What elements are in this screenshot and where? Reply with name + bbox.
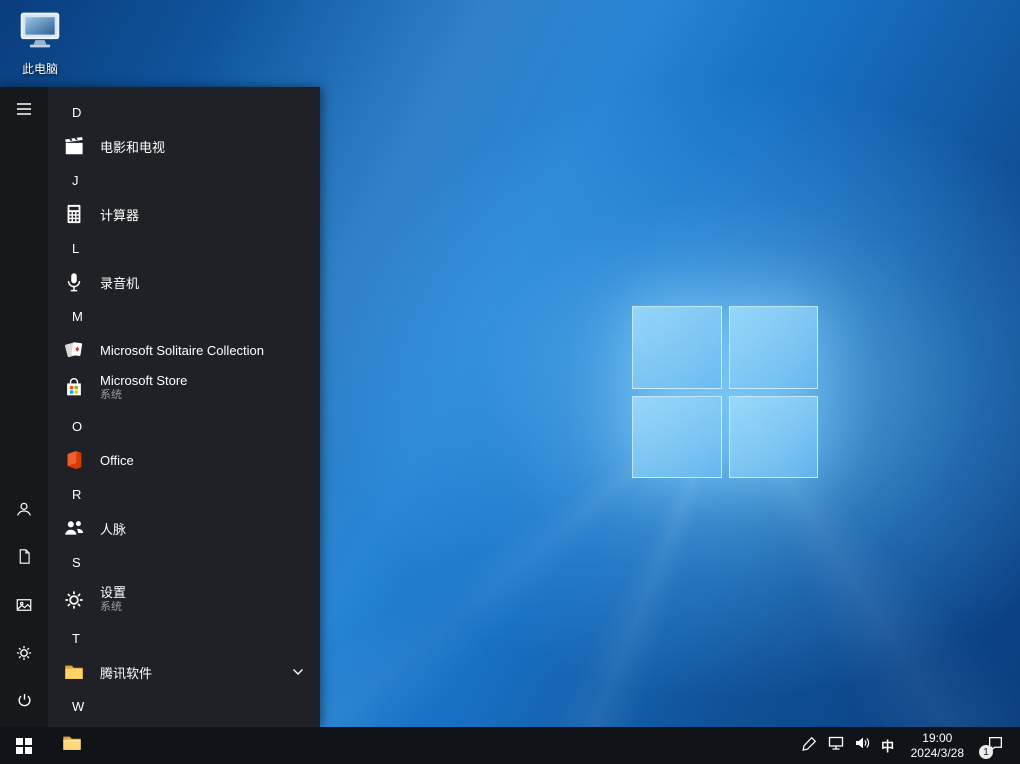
hero-pane [632, 306, 722, 389]
app-subtitle: 系统 [100, 389, 122, 402]
desktop-icon-this-pc[interactable]: 此电脑 [8, 8, 72, 77]
app-label: 设置 [100, 585, 127, 600]
section-letter-label: R [72, 486, 82, 502]
app-item-solitaire[interactable]: Microsoft Solitaire Collection [48, 333, 320, 367]
network-tray-button[interactable] [823, 727, 849, 764]
section-letter-label: W [72, 698, 85, 714]
volume-tray-button[interactable] [849, 727, 875, 764]
section-letter-j[interactable]: J [48, 163, 320, 197]
user-account-button[interactable] [0, 487, 48, 535]
gear-icon [15, 644, 33, 667]
settings-rail-button[interactable] [0, 631, 48, 679]
section-letter-s[interactable]: S [48, 545, 320, 579]
chevron-down-icon[interactable] [292, 668, 304, 676]
desktop-icon-label: 此电脑 [21, 62, 58, 76]
section-letter-label: T [72, 630, 80, 646]
pictures-button[interactable] [0, 583, 48, 631]
volume-icon [854, 735, 870, 756]
hero-pane [728, 395, 818, 478]
settings-icon [58, 589, 90, 611]
file-explorer-icon [61, 732, 83, 759]
people-icon [58, 517, 90, 539]
app-item-calculator[interactable]: 计算器 [48, 197, 320, 231]
pen-tray-button[interactable] [797, 727, 823, 764]
app-label: Office [100, 452, 134, 468]
section-letter-label: L [72, 240, 80, 256]
app-item-movies-tv[interactable]: 电影和电视 [48, 129, 320, 163]
office-icon [58, 449, 90, 471]
start-button[interactable] [0, 727, 48, 764]
solitaire-icon [58, 339, 90, 361]
hamburger-icon [16, 102, 32, 121]
app-label: 电影和电视 [100, 139, 166, 155]
section-letter-m[interactable]: M [48, 299, 320, 333]
app-subtitle: 系统 [100, 601, 122, 614]
start-menu-rail [0, 87, 48, 727]
voice-recorder-icon [58, 271, 90, 293]
start-menu: D 电影和电视 J 计算器 L 录音机 M Microsoft Solitair… [0, 87, 320, 727]
taskbar: 中 19:00 2024/3/28 1 [0, 727, 1020, 764]
notification-badge: 1 [979, 745, 993, 759]
action-center-button[interactable]: 1 [974, 727, 1016, 764]
section-letter-d[interactable]: D [48, 95, 320, 129]
system-tray: 中 19:00 2024/3/28 1 [797, 727, 1020, 764]
this-pc-icon [18, 8, 62, 57]
ime-indicator[interactable]: 中 [875, 736, 901, 755]
clock-date: 2024/3/28 [910, 745, 964, 760]
start-menu-app-list: D 电影和电视 J 计算器 L 录音机 M Microsoft Solitair… [48, 87, 320, 727]
section-letter-l[interactable]: L [48, 231, 320, 265]
hero-pane [728, 306, 818, 389]
section-letter-label: O [72, 418, 83, 434]
section-letter-o[interactable]: O [48, 409, 320, 443]
section-letter-label: J [72, 172, 79, 188]
hamburger-menu-button[interactable] [0, 87, 48, 135]
app-label: Microsoft Store [100, 373, 188, 388]
power-icon [16, 692, 33, 714]
app-group-tencent-software[interactable]: 腾讯软件 [48, 655, 320, 689]
desktop-screen: 此电脑 D 电影和电视 J 计算器 L 录音机 M Microsoft Soli… [0, 0, 1020, 764]
network-icon [828, 735, 844, 756]
power-button[interactable] [0, 679, 48, 727]
pictures-icon [15, 596, 33, 619]
folder-icon [58, 661, 90, 683]
app-label: 计算器 [100, 207, 140, 223]
pen-icon [802, 736, 817, 756]
app-item-microsoft-store[interactable]: Microsoft Store 系统 [48, 367, 320, 409]
user-icon [15, 500, 33, 523]
app-item-office[interactable]: Office [48, 443, 320, 477]
section-letter-t[interactable]: T [48, 621, 320, 655]
section-letter-label: D [72, 104, 82, 120]
app-item-voice-recorder[interactable]: 录音机 [48, 265, 320, 299]
windows-hero-logo [632, 306, 818, 478]
calculator-icon [58, 203, 90, 225]
section-letter-r[interactable]: R [48, 477, 320, 511]
section-letter-label: M [72, 308, 83, 324]
document-icon [16, 548, 33, 570]
documents-button[interactable] [0, 535, 48, 583]
hero-pane [632, 395, 722, 478]
app-label: 腾讯软件 [100, 665, 153, 681]
clock-time: 19:00 [922, 730, 953, 745]
app-label: 人脉 [100, 521, 127, 537]
app-text: 设置 系统 [100, 585, 126, 615]
store-icon [58, 377, 90, 399]
app-item-settings[interactable]: 设置 系统 [48, 579, 320, 621]
file-explorer-button[interactable] [48, 727, 96, 764]
taskbar-clock[interactable]: 19:00 2024/3/28 [901, 731, 974, 761]
app-label: Microsoft Solitaire Collection [100, 342, 265, 358]
section-letter-label: S [72, 554, 81, 570]
app-text: Microsoft Store 系统 [100, 373, 187, 403]
windows-logo-icon [16, 737, 32, 754]
app-item-people[interactable]: 人脉 [48, 511, 320, 545]
app-label: 录音机 [100, 275, 140, 291]
section-letter-w[interactable]: W [48, 689, 320, 723]
movies-tv-icon [58, 135, 90, 157]
